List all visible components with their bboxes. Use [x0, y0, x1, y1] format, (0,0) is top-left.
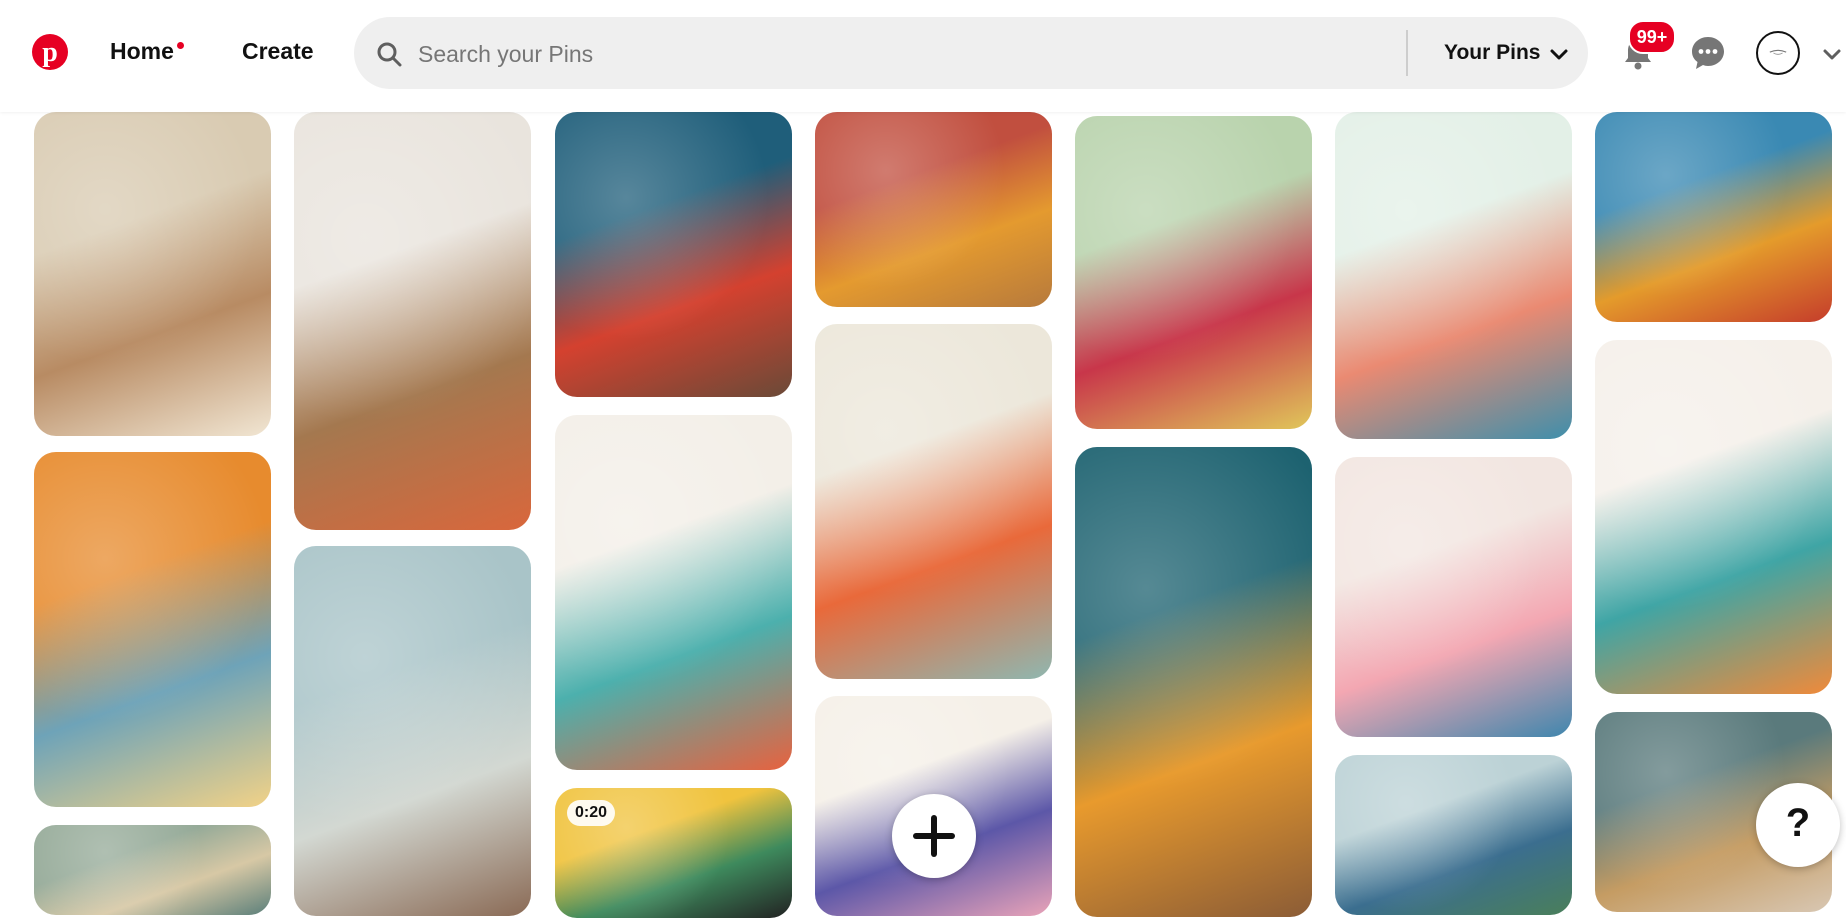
pin-card[interactable] [34, 825, 271, 915]
mural-image [1335, 755, 1572, 915]
help-button[interactable]: ? [1756, 783, 1840, 867]
kitchen-image [34, 112, 271, 436]
pin-card[interactable] [294, 112, 531, 530]
chevron-down-icon[interactable] [1548, 43, 1570, 65]
create-tab[interactable]: Create [242, 38, 314, 65]
search-divider [1406, 30, 1408, 76]
bedroom-image [1335, 112, 1572, 439]
pin-card[interactable] [1075, 447, 1312, 917]
pin-card[interactable] [555, 415, 792, 770]
home-label: Home [110, 38, 174, 64]
bedroom-image [1595, 340, 1832, 694]
pin-card[interactable] [1595, 112, 1832, 322]
bedroom-image [555, 415, 792, 770]
bedroom-image [34, 452, 271, 807]
floral-room-image [34, 825, 271, 915]
bedroom-image [555, 112, 792, 397]
pin-card[interactable] [1335, 755, 1572, 915]
pin-card[interactable] [34, 452, 271, 807]
bedroom-image [815, 112, 1052, 307]
staircase-image [294, 546, 531, 916]
add-pin-button[interactable] [892, 794, 976, 878]
top-nav: p Home Create Your Pins 99+ [0, 0, 1846, 112]
search-input[interactable] [416, 33, 1420, 75]
bedroom-image [294, 112, 531, 530]
account-chevron-down-icon[interactable] [1820, 42, 1844, 66]
pin-card[interactable] [1075, 116, 1312, 429]
search-bar[interactable]: Your Pins [354, 17, 1588, 89]
profile-avatar[interactable] [1756, 31, 1800, 75]
messages-icon[interactable] [1689, 34, 1727, 72]
search-scope-label[interactable]: Your Pins [1444, 41, 1540, 65]
home-tab[interactable]: Home [110, 38, 184, 65]
pin-card[interactable] [555, 112, 792, 397]
pin-card[interactable]: 0:20 [555, 788, 792, 918]
video-duration-badge: 0:20 [567, 800, 616, 826]
pin-card[interactable] [815, 112, 1052, 307]
svg-text:p: p [42, 37, 58, 68]
plus-icon [913, 815, 955, 857]
pin-card[interactable] [1595, 340, 1832, 694]
kitchen-image [1335, 457, 1572, 737]
search-icon [377, 42, 402, 67]
pinterest-logo-icon[interactable]: p [32, 34, 68, 70]
home-notification-dot [176, 42, 184, 49]
bedroom-image [1075, 447, 1312, 917]
avatar-icon [1769, 49, 1787, 55]
pin-card[interactable] [294, 546, 531, 916]
create-label: Create [242, 38, 314, 64]
pin-grid: 0:20 [0, 0, 1846, 918]
pin-card[interactable] [1335, 112, 1572, 439]
question-mark-icon: ? [1785, 801, 1811, 845]
pin-card[interactable] [815, 324, 1052, 679]
pin-card[interactable] [1335, 457, 1572, 737]
pin-card[interactable] [34, 112, 271, 436]
bedroom-image [1595, 112, 1832, 322]
bedroom-image [815, 324, 1052, 679]
notifications-badge: 99+ [1628, 20, 1676, 54]
bedroom-image [1075, 116, 1312, 429]
